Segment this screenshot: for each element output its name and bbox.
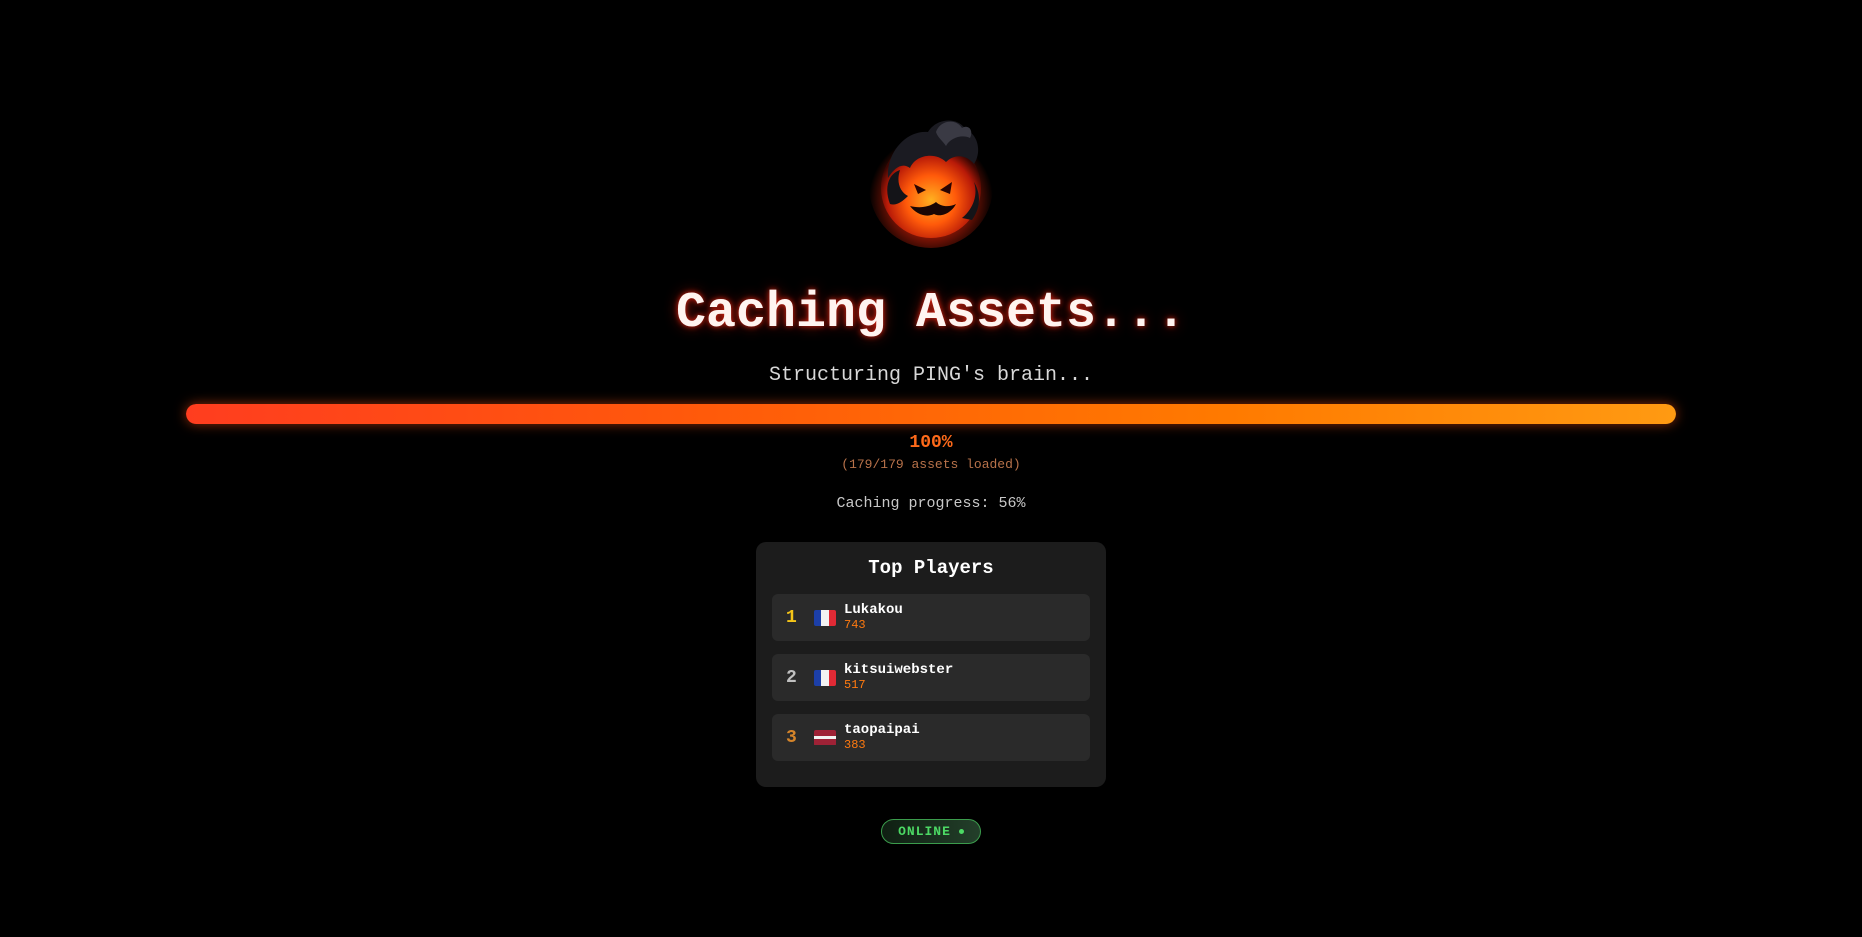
- player-score: 517: [844, 678, 866, 692]
- player-score: 383: [844, 738, 866, 752]
- progress-bar: [186, 404, 1676, 424]
- france-flag-icon: [814, 609, 836, 626]
- player-name: Lukakou: [844, 602, 903, 618]
- assets-loaded-count: (179/179 assets loaded): [841, 457, 1021, 472]
- leaderboard-row: 3 taopaipai 383: [772, 714, 1090, 761]
- leaderboard-row: 1 Lukakou 743: [772, 594, 1090, 641]
- latvia-flag-icon: [814, 729, 836, 746]
- player-rank: 2: [786, 667, 797, 688]
- player-name: taopaipai: [844, 722, 920, 738]
- loading-title: Caching Assets...: [675, 285, 1187, 342]
- leaderboard-row: 2 kitsuiwebster 517: [772, 654, 1090, 701]
- player-name: kitsuiwebster: [844, 662, 954, 678]
- caching-progress-text: Caching progress: 56%: [836, 495, 1026, 512]
- progress-percent: 100%: [909, 433, 953, 453]
- status-badge: ONLINE: [881, 819, 981, 844]
- player-score: 743: [844, 618, 866, 632]
- leaderboard-title: Top Players: [868, 557, 994, 579]
- loading-screen: Caching Assets... Structuring PING's bra…: [0, 0, 1862, 937]
- progress-bar-fill: [186, 404, 1676, 424]
- france-flag-icon: [814, 669, 836, 686]
- player-rank: 1: [786, 607, 797, 628]
- loading-subtitle: Structuring PING's brain...: [768, 364, 1094, 387]
- player-rank: 3: [786, 727, 797, 748]
- flaming-ball-icon: [869, 120, 993, 248]
- status-label: ONLINE: [898, 824, 951, 839]
- status-dot-icon: [958, 829, 964, 834]
- leaderboard-panel: Top Players 1 Lukakou 743 2 kitsuiwebste…: [756, 542, 1106, 787]
